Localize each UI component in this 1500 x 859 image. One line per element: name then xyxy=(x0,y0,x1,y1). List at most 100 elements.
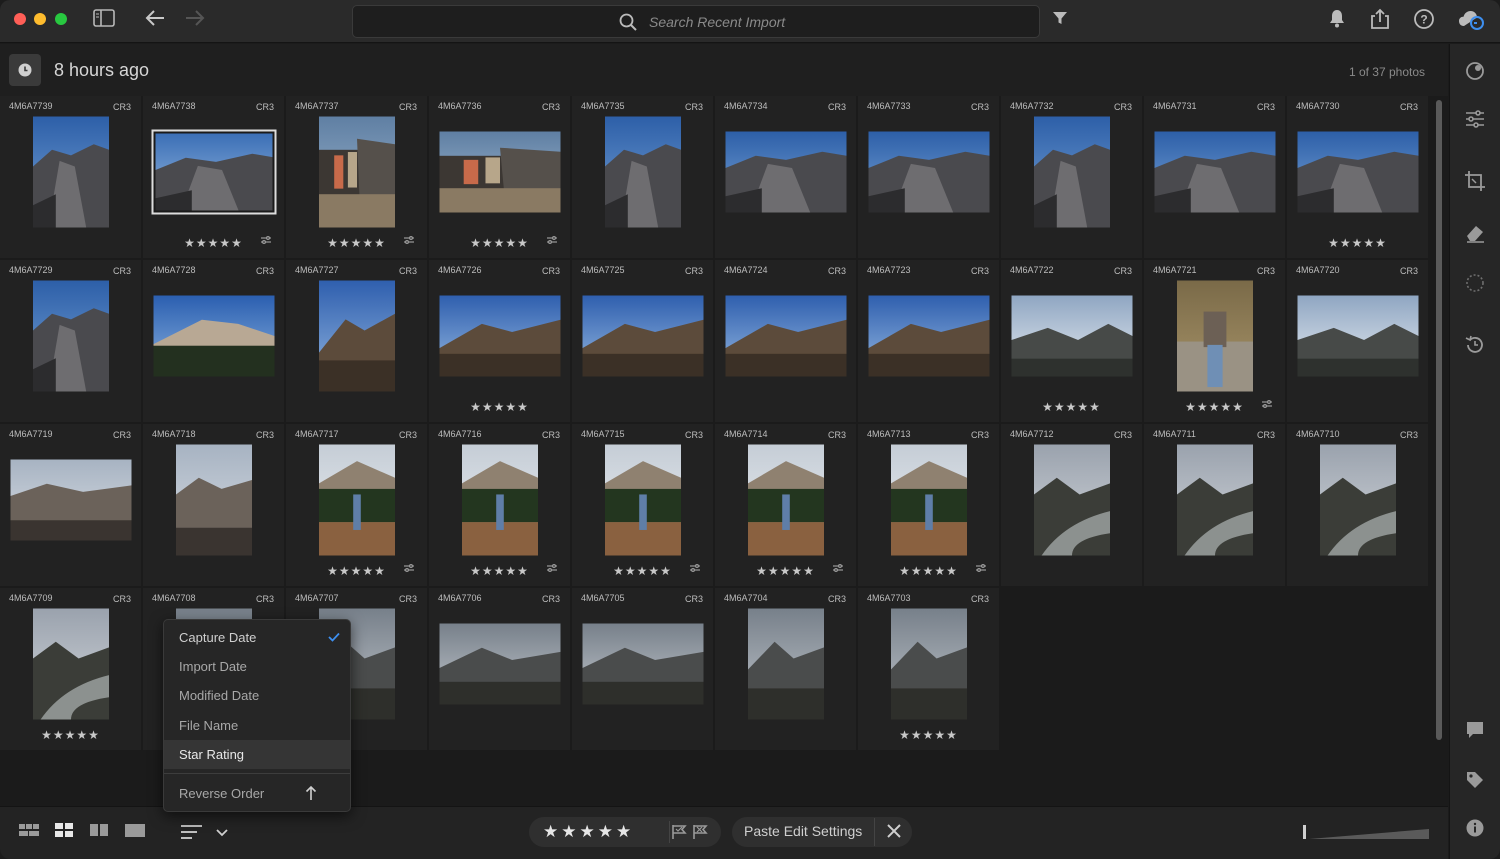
photo-cell[interactable]: 4M6A7717 CR3 ★★★★★ xyxy=(286,424,427,586)
forward-arrow-icon[interactable] xyxy=(183,8,207,34)
close-icon[interactable] xyxy=(884,818,902,845)
star-rating[interactable]: ★★★★★ xyxy=(327,564,386,578)
cloud-sync-icon[interactable] xyxy=(1456,8,1486,34)
zoom-window-button[interactable] xyxy=(55,13,67,25)
photo-cell[interactable]: 4M6A7729 CR3 xyxy=(0,260,141,422)
star-rating[interactable]: ★★★★★ xyxy=(1042,400,1101,414)
rating-star-1[interactable]: ★ xyxy=(543,822,558,842)
photo-thumbnail[interactable] xyxy=(10,459,131,541)
photo-cell[interactable]: 4M6A7739 CR3 xyxy=(0,96,141,258)
photo-cell[interactable]: 4M6A7703 CR3 ★★★★★ xyxy=(858,588,999,750)
photo-cell[interactable]: 4M6A7712 CR3 xyxy=(1001,424,1142,586)
share-icon[interactable] xyxy=(1368,8,1392,34)
photo-thumbnail[interactable] xyxy=(1033,116,1110,228)
sort-option-star-rating[interactable]: Star Rating xyxy=(164,739,350,769)
star-rating[interactable]: ★★★★★ xyxy=(470,236,529,250)
photo-cell[interactable]: 4M6A7719 CR3 xyxy=(0,424,141,586)
photo-thumbnail[interactable] xyxy=(151,129,276,215)
photo-thumbnail[interactable] xyxy=(1011,295,1132,377)
photo-thumbnail[interactable] xyxy=(1176,444,1253,556)
star-rating[interactable]: ★★★★★ xyxy=(613,564,672,578)
photo-thumbnail[interactable] xyxy=(582,623,703,705)
photo-cell[interactable]: 4M6A7704 CR3 xyxy=(715,588,856,750)
rating-star-4[interactable]: ★ xyxy=(598,822,613,842)
search-input[interactable] xyxy=(649,12,1009,32)
photo-thumbnail[interactable] xyxy=(1319,444,1396,556)
photo-cell[interactable]: 4M6A7722 CR3 ★★★★★ xyxy=(1001,260,1142,422)
sort-option-import-date[interactable]: Import Date xyxy=(164,652,350,681)
minimize-window-button[interactable] xyxy=(34,13,46,25)
photo-cell[interactable]: 4M6A7732 CR3 xyxy=(1001,96,1142,258)
masking-icon[interactable] xyxy=(1463,272,1487,296)
detail-view-icon[interactable] xyxy=(124,821,150,847)
crop-icon[interactable] xyxy=(1463,170,1487,194)
photo-thumbnail[interactable] xyxy=(725,131,846,213)
comments-icon[interactable] xyxy=(1463,720,1487,744)
star-rating[interactable]: ★★★★★ xyxy=(1185,400,1244,414)
photo-cell[interactable]: 4M6A7721 CR3 ★★★★★ xyxy=(1144,260,1285,422)
filter-icon[interactable] xyxy=(1049,8,1071,34)
square-grid-view-icon[interactable] xyxy=(18,821,44,847)
photo-cell[interactable]: 4M6A7716 CR3 ★★★★★ xyxy=(429,424,570,586)
edit-sliders-icon[interactable] xyxy=(1463,108,1487,132)
notification-bell-icon[interactable] xyxy=(1326,8,1348,34)
sort-options-button[interactable] xyxy=(178,821,228,847)
photo-cell[interactable]: 4M6A7711 CR3 xyxy=(1144,424,1285,586)
back-arrow-icon[interactable] xyxy=(143,8,167,34)
star-rating[interactable]: ★★★★★ xyxy=(899,728,958,742)
photo-cell[interactable]: 4M6A7718 CR3 xyxy=(143,424,284,586)
star-rating[interactable]: ★★★★★ xyxy=(470,400,529,414)
photo-thumbnail[interactable] xyxy=(604,444,681,556)
photo-thumbnail[interactable] xyxy=(439,623,560,705)
sidebar-toggle-icon[interactable] xyxy=(92,8,116,34)
photo-cell[interactable]: 4M6A7710 CR3 xyxy=(1287,424,1428,586)
photo-thumbnail[interactable] xyxy=(1033,444,1110,556)
photo-cell[interactable]: 4M6A7730 CR3 ★★★★★ xyxy=(1287,96,1428,258)
history-icon[interactable] xyxy=(1463,334,1487,358)
reject-flag-icon[interactable] xyxy=(692,824,710,845)
star-rating[interactable]: ★★★★★ xyxy=(41,728,100,742)
keyword-tag-icon[interactable] xyxy=(1463,770,1487,794)
photo-thumbnail[interactable] xyxy=(318,280,395,392)
photo-thumbnail[interactable] xyxy=(868,295,989,377)
photo-thumbnail[interactable] xyxy=(318,444,395,556)
star-rating[interactable]: ★★★★★ xyxy=(327,236,386,250)
close-window-button[interactable] xyxy=(14,13,26,25)
photo-cell[interactable]: 4M6A7705 CR3 xyxy=(572,588,713,750)
photo-cell[interactable]: 4M6A7737 CR3 ★★★★★ xyxy=(286,96,427,258)
recent-imports-button[interactable] xyxy=(9,54,41,86)
photo-cell[interactable]: 4M6A7724 CR3 xyxy=(715,260,856,422)
photo-grid-view-icon[interactable] xyxy=(53,821,79,847)
photo-cell[interactable]: 4M6A7736 CR3 ★★★★★ xyxy=(429,96,570,258)
photo-thumbnail[interactable] xyxy=(439,295,560,377)
photo-thumbnail[interactable] xyxy=(890,608,967,720)
reverse-order-option[interactable]: Reverse Order xyxy=(164,779,350,808)
rating-star-2[interactable]: ★ xyxy=(561,822,576,842)
photo-thumbnail[interactable] xyxy=(725,295,846,377)
search-bar[interactable] xyxy=(352,5,1040,38)
photo-thumbnail[interactable] xyxy=(1154,131,1275,213)
photo-thumbnail[interactable] xyxy=(461,444,538,556)
healing-eraser-icon[interactable] xyxy=(1463,222,1487,246)
photo-thumbnail[interactable] xyxy=(868,131,989,213)
star-rating[interactable]: ★★★★★ xyxy=(1328,236,1387,250)
thumbnail-size-slider[interactable] xyxy=(1303,823,1431,839)
photo-cell[interactable]: 4M6A7735 CR3 xyxy=(572,96,713,258)
photo-thumbnail[interactable] xyxy=(32,608,109,720)
photo-thumbnail[interactable] xyxy=(175,444,252,556)
sort-option-capture-date[interactable]: Capture Date xyxy=(164,623,350,652)
photo-cell[interactable]: 4M6A7714 CR3 ★★★★★ xyxy=(715,424,856,586)
pick-flag-icon[interactable] xyxy=(671,824,689,845)
sort-option-modified-date[interactable]: Modified Date xyxy=(164,681,350,710)
photo-cell[interactable]: 4M6A7715 CR3 ★★★★★ xyxy=(572,424,713,586)
rating-star-5[interactable]: ★ xyxy=(616,822,631,842)
photo-thumbnail[interactable] xyxy=(582,295,703,377)
photo-cell[interactable]: 4M6A7726 CR3 ★★★★★ xyxy=(429,260,570,422)
star-rating[interactable]: ★★★★★ xyxy=(184,236,243,250)
info-icon[interactable] xyxy=(1463,818,1487,842)
photo-cell[interactable]: 4M6A7720 CR3 xyxy=(1287,260,1428,422)
star-rating[interactable]: ★★★★★ xyxy=(899,564,958,578)
photo-thumbnail[interactable] xyxy=(439,131,560,213)
star-rating-control[interactable]: ★ ★ ★ ★ ★ xyxy=(543,822,634,842)
help-icon[interactable]: ? xyxy=(1412,8,1436,34)
